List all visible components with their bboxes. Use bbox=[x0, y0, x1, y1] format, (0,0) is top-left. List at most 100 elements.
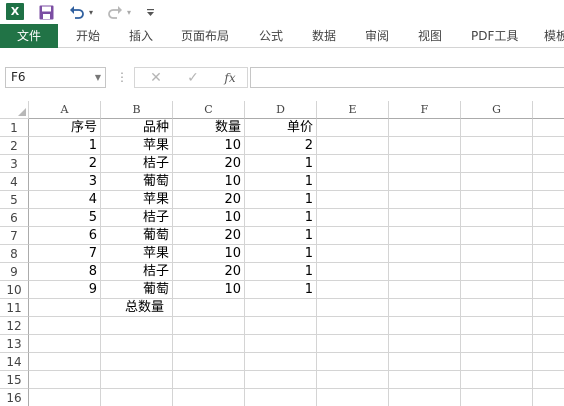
tab-review[interactable]: 审阅 bbox=[365, 24, 389, 48]
tab-file[interactable]: 文件 bbox=[0, 24, 58, 48]
cell-f12[interactable] bbox=[389, 317, 461, 335]
column-header-f[interactable]: F bbox=[389, 101, 461, 119]
cell-c2[interactable]: 10 bbox=[173, 137, 245, 155]
cell-c6[interactable]: 10 bbox=[173, 209, 245, 227]
cell-a15[interactable] bbox=[29, 371, 101, 389]
cell-g5[interactable] bbox=[461, 191, 533, 209]
cell-c9[interactable]: 20 bbox=[173, 263, 245, 281]
cell-c8[interactable]: 10 bbox=[173, 245, 245, 263]
cell-e9[interactable] bbox=[317, 263, 389, 281]
cell-a8[interactable]: 7 bbox=[29, 245, 101, 263]
cell-d13[interactable] bbox=[245, 335, 317, 353]
select-all-button[interactable] bbox=[0, 101, 29, 119]
row-header-8[interactable]: 8 bbox=[0, 245, 29, 263]
cell-d7[interactable]: 1 bbox=[245, 227, 317, 245]
cell-h5[interactable] bbox=[533, 191, 564, 209]
enter-icon[interactable]: ✓ bbox=[182, 69, 204, 87]
cell-a7[interactable]: 6 bbox=[29, 227, 101, 245]
cell-a11[interactable] bbox=[29, 299, 101, 317]
redo-dropdown-icon[interactable]: ▾ bbox=[124, 3, 134, 21]
cell-a4[interactable]: 3 bbox=[29, 173, 101, 191]
cell-e13[interactable] bbox=[317, 335, 389, 353]
save-icon[interactable] bbox=[38, 3, 54, 21]
column-header-h[interactable] bbox=[533, 101, 564, 119]
cell-e12[interactable] bbox=[317, 317, 389, 335]
cell-g4[interactable] bbox=[461, 173, 533, 191]
cell-h6[interactable] bbox=[533, 209, 564, 227]
cell-b11[interactable]: 总数量 bbox=[101, 299, 173, 317]
cell-g6[interactable] bbox=[461, 209, 533, 227]
cell-g10[interactable] bbox=[461, 281, 533, 299]
formula-input[interactable] bbox=[250, 67, 564, 88]
cell-h4[interactable] bbox=[533, 173, 564, 191]
cell-e2[interactable] bbox=[317, 137, 389, 155]
cell-e3[interactable] bbox=[317, 155, 389, 173]
cell-e4[interactable] bbox=[317, 173, 389, 191]
customize-toolbar-icon[interactable] bbox=[144, 3, 156, 21]
cell-h2[interactable] bbox=[533, 137, 564, 155]
cell-b6[interactable]: 桔子 bbox=[101, 209, 173, 227]
cell-g1[interactable] bbox=[461, 119, 533, 137]
cell-b12[interactable] bbox=[101, 317, 173, 335]
tab-page-layout[interactable]: 页面布局 bbox=[181, 24, 229, 48]
redo-icon[interactable] bbox=[106, 3, 124, 21]
cell-c4[interactable]: 10 bbox=[173, 173, 245, 191]
cell-f13[interactable] bbox=[389, 335, 461, 353]
cell-a5[interactable]: 4 bbox=[29, 191, 101, 209]
cell-b9[interactable]: 桔子 bbox=[101, 263, 173, 281]
row-header-13[interactable]: 13 bbox=[0, 335, 29, 353]
cell-g9[interactable] bbox=[461, 263, 533, 281]
cell-f3[interactable] bbox=[389, 155, 461, 173]
cell-c13[interactable] bbox=[173, 335, 245, 353]
cell-h9[interactable] bbox=[533, 263, 564, 281]
cell-a2[interactable]: 1 bbox=[29, 137, 101, 155]
cell-a10[interactable]: 9 bbox=[29, 281, 101, 299]
cell-d3[interactable]: 1 bbox=[245, 155, 317, 173]
cell-g16[interactable] bbox=[461, 389, 533, 406]
row-header-7[interactable]: 7 bbox=[0, 227, 29, 245]
cell-f6[interactable] bbox=[389, 209, 461, 227]
tab-view[interactable]: 视图 bbox=[418, 24, 442, 48]
column-header-a[interactable]: A bbox=[29, 101, 101, 119]
column-header-b[interactable]: B bbox=[101, 101, 173, 119]
row-header-16[interactable]: 16 bbox=[0, 389, 29, 406]
cell-f8[interactable] bbox=[389, 245, 461, 263]
insert-function-icon[interactable]: fx bbox=[219, 69, 241, 87]
cell-b15[interactable] bbox=[101, 371, 173, 389]
cell-b1[interactable]: 品种 bbox=[101, 119, 173, 137]
row-header-10[interactable]: 10 bbox=[0, 281, 29, 299]
cell-a9[interactable]: 8 bbox=[29, 263, 101, 281]
cell-d15[interactable] bbox=[245, 371, 317, 389]
cell-d1[interactable]: 单价 bbox=[245, 119, 317, 137]
cell-h12[interactable] bbox=[533, 317, 564, 335]
cell-e6[interactable] bbox=[317, 209, 389, 227]
cell-d11[interactable] bbox=[245, 299, 317, 317]
cell-b13[interactable] bbox=[101, 335, 173, 353]
row-header-4[interactable]: 4 bbox=[0, 173, 29, 191]
cell-g7[interactable] bbox=[461, 227, 533, 245]
tab-template[interactable]: 模板 bbox=[544, 24, 564, 48]
cell-f5[interactable] bbox=[389, 191, 461, 209]
cell-f2[interactable] bbox=[389, 137, 461, 155]
cell-d12[interactable] bbox=[245, 317, 317, 335]
cell-a3[interactable]: 2 bbox=[29, 155, 101, 173]
cell-d9[interactable]: 1 bbox=[245, 263, 317, 281]
tab-home[interactable]: 开始 bbox=[76, 24, 100, 48]
row-header-12[interactable]: 12 bbox=[0, 317, 29, 335]
cell-b7[interactable]: 葡萄 bbox=[101, 227, 173, 245]
cell-c1[interactable]: 数量 bbox=[173, 119, 245, 137]
undo-icon[interactable] bbox=[68, 3, 86, 21]
tab-insert[interactable]: 插入 bbox=[129, 24, 153, 48]
cell-d8[interactable]: 1 bbox=[245, 245, 317, 263]
cell-g8[interactable] bbox=[461, 245, 533, 263]
cell-e7[interactable] bbox=[317, 227, 389, 245]
cell-f7[interactable] bbox=[389, 227, 461, 245]
cell-e14[interactable] bbox=[317, 353, 389, 371]
cell-g3[interactable] bbox=[461, 155, 533, 173]
cell-a6[interactable]: 5 bbox=[29, 209, 101, 227]
chevron-down-icon[interactable]: ▼ bbox=[95, 68, 101, 87]
cell-b2[interactable]: 苹果 bbox=[101, 137, 173, 155]
cell-b4[interactable]: 葡萄 bbox=[101, 173, 173, 191]
cell-a1[interactable]: 序号 bbox=[29, 119, 101, 137]
cell-g11[interactable] bbox=[461, 299, 533, 317]
